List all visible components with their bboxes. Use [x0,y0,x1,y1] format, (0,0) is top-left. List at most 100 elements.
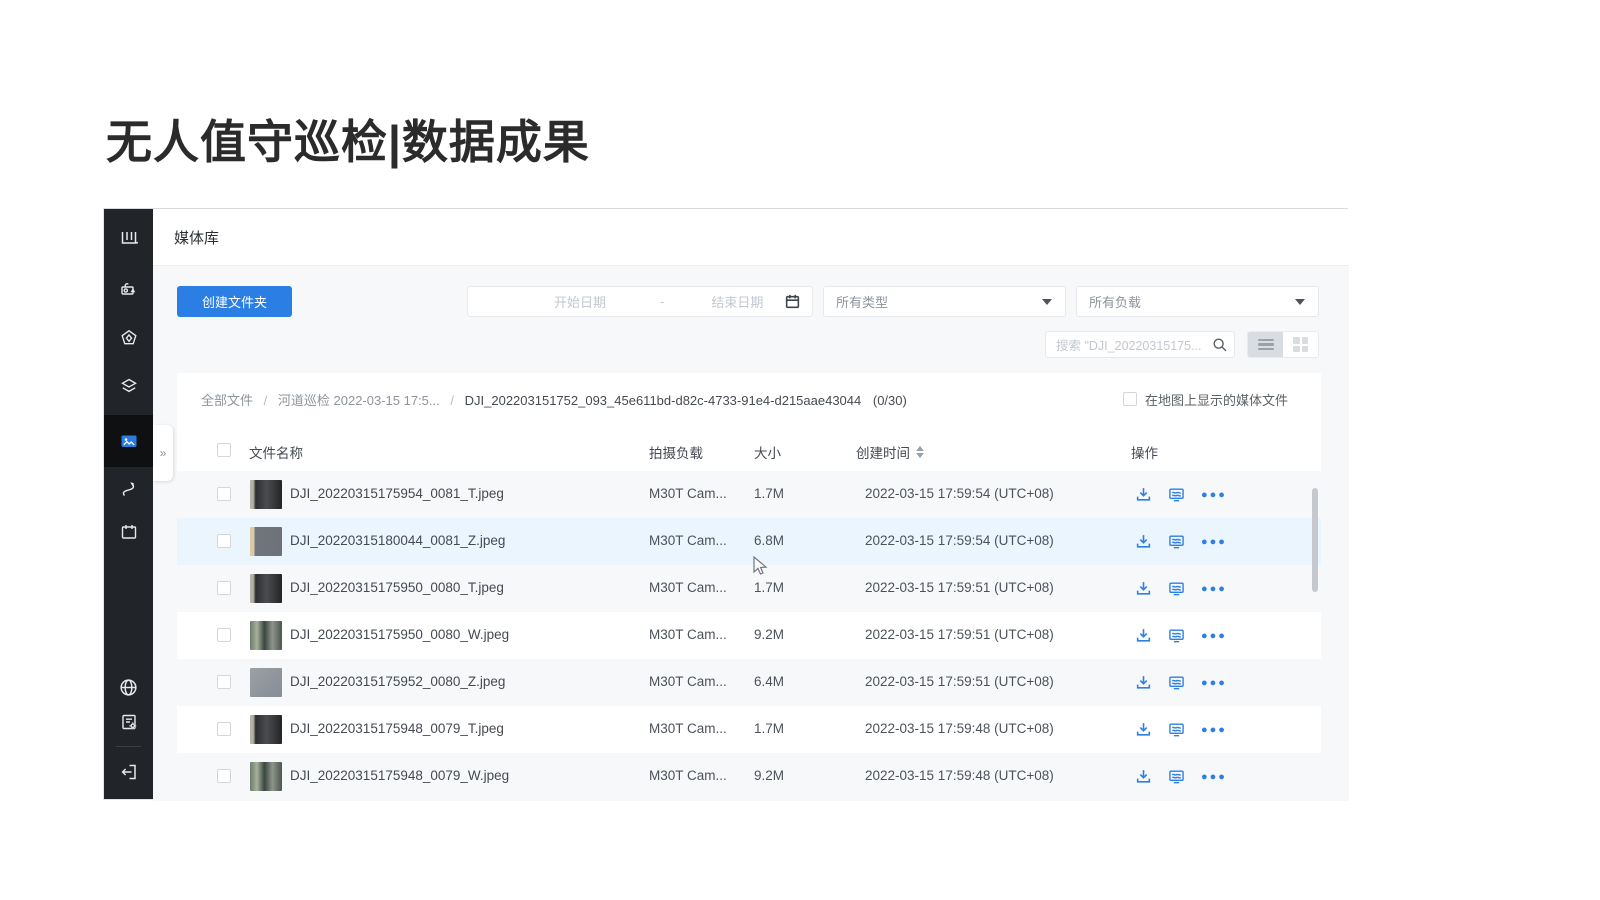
table-row[interactable]: DJI_20220315175954_0081_T.jpeg M30T Cam.… [177,471,1321,518]
sidebar-item-terms[interactable] [104,702,153,742]
view-toggle [1247,331,1319,358]
select-all-checkbox[interactable] [217,443,231,457]
media-preview-button[interactable] [1168,768,1185,785]
more-actions-button[interactable]: ●●● [1201,722,1227,738]
search-icon[interactable] [1212,337,1227,352]
date-range-input[interactable]: 开始日期 - 结束日期 [467,286,813,317]
thumbnail[interactable] [250,574,282,603]
route-icon [119,479,139,499]
thumbnail[interactable] [250,480,282,509]
file-size: 1.7M [754,580,784,595]
sidebar-item-devices[interactable] [104,269,153,309]
file-name[interactable]: DJI_20220315175948_0079_T.jpeg [290,721,504,736]
table-row[interactable]: DJI_20220315175950_0080_W.jpeg M30T Cam.… [177,612,1321,659]
type-filter-value: 所有类型 [836,292,888,311]
grid-view-button[interactable] [1283,332,1318,357]
table-row[interactable]: DJI_20220315175948_0079_W.jpeg M30T Cam.… [177,753,1321,794]
row-actions: ●●● [1135,768,1227,785]
list-view-button[interactable] [1248,332,1283,357]
media-library-icon [119,431,139,451]
end-date-placeholder: 结束日期 [711,292,763,311]
sidebar-divider [116,746,141,747]
row-checkbox[interactable] [217,534,231,548]
calendar-plan-icon [119,522,139,542]
sidebar [104,209,153,799]
breadcrumb-root[interactable]: 全部文件 [201,393,253,408]
sidebar-item-logo[interactable] [104,218,153,258]
sidebar-item-calendar-plan[interactable] [104,512,153,552]
sidebar-expand-button[interactable]: » [153,425,173,481]
media-preview-button[interactable] [1168,486,1185,503]
more-actions-button[interactable]: ●●● [1201,769,1227,785]
page-header-title: 媒体库 [174,227,219,248]
download-button[interactable] [1135,533,1152,550]
map-filter-label: 在地图上显示的媒体文件 [1145,390,1288,409]
thumbnail[interactable] [250,715,282,744]
map-filter-toggle[interactable]: 在地图上显示的媒体文件 [1123,390,1288,409]
file-size: 6.4M [754,674,784,689]
vertical-scrollbar[interactable] [1312,488,1318,592]
table-row[interactable]: DJI_20220315175952_0080_Z.jpeg M30T Cam.… [177,659,1321,706]
search-placeholder: 搜索 "DJI_20220315175... [1056,335,1202,354]
media-preview-button[interactable] [1168,721,1185,738]
file-name[interactable]: DJI_20220315175950_0080_W.jpeg [290,627,509,642]
media-preview-button[interactable] [1168,580,1185,597]
more-actions-button[interactable]: ●●● [1201,534,1227,550]
download-button[interactable] [1135,486,1152,503]
table-row[interactable]: DJI_20220315180044_0081_Z.jpeg M30T Cam.… [177,518,1321,565]
breadcrumb-folder[interactable]: 河道巡检 2022-03-15 17:5... [278,393,440,408]
more-actions-button[interactable]: ●●● [1201,628,1227,644]
media-preview-button[interactable] [1168,627,1185,644]
sort-icon[interactable] [916,446,924,458]
more-actions-button[interactable]: ●●● [1201,675,1227,691]
row-checkbox[interactable] [217,675,231,689]
row-checkbox[interactable] [217,581,231,595]
payload-filter-select[interactable]: 所有负载 [1076,286,1319,317]
file-payload: M30T Cam... [649,486,727,501]
sidebar-item-media-library[interactable] [104,421,153,461]
thumbnail[interactable] [250,621,282,650]
sidebar-item-route[interactable] [104,469,153,509]
type-filter-select[interactable]: 所有类型 [823,286,1066,317]
row-checkbox[interactable] [217,628,231,642]
thumbnail[interactable] [250,668,282,697]
download-button[interactable] [1135,768,1152,785]
map-filter-checkbox[interactable] [1123,392,1137,406]
create-folder-button[interactable]: 创建文件夹 [177,286,292,317]
file-name[interactable]: DJI_20220315180044_0081_Z.jpeg [290,533,505,548]
download-button[interactable] [1135,580,1152,597]
row-checkbox[interactable] [217,487,231,501]
thumbnail[interactable] [250,762,282,791]
file-size: 6.8M [754,533,784,548]
download-button[interactable] [1135,627,1152,644]
breadcrumb-current: DJI_202203151752_093_45e611bd-d82c-4733-… [465,393,862,408]
file-name[interactable]: DJI_20220315175954_0081_T.jpeg [290,486,504,501]
sidebar-item-layers[interactable] [104,366,153,406]
file-name[interactable]: DJI_20220315175952_0080_Z.jpeg [290,674,505,689]
more-actions-button[interactable]: ●●● [1201,581,1227,597]
download-button[interactable] [1135,674,1152,691]
sidebar-item-language[interactable] [104,667,153,707]
thumbnail[interactable] [250,527,282,556]
search-input[interactable]: 搜索 "DJI_20220315175... [1045,331,1235,358]
main-panel: 媒体库 创建文件夹 开始日期 - 结束日期 所有类型 [153,209,1349,799]
row-checkbox[interactable] [217,722,231,736]
terms-settings-icon [119,712,139,732]
file-created: 2022-03-15 17:59:48 (UTC+08) [865,768,1054,783]
media-preview-button[interactable] [1168,674,1185,691]
file-created: 2022-03-15 17:59:51 (UTC+08) [865,674,1054,689]
download-button[interactable] [1135,721,1152,738]
more-actions-button[interactable]: ●●● [1201,487,1227,503]
row-checkbox[interactable] [217,769,231,783]
table-row[interactable]: DJI_20220315175950_0080_T.jpeg M30T Cam.… [177,565,1321,612]
sidebar-item-map-marker[interactable] [104,318,153,358]
file-size: 9.2M [754,768,784,783]
table-row[interactable]: DJI_20220315175948_0079_T.jpeg M30T Cam.… [177,706,1321,753]
chevron-right-double-icon: » [160,446,167,460]
sidebar-item-logout[interactable] [104,752,153,792]
column-header-created[interactable]: 创建时间 [856,442,924,462]
file-payload: M30T Cam... [649,580,727,595]
file-name[interactable]: DJI_20220315175950_0080_T.jpeg [290,580,504,595]
media-preview-button[interactable] [1168,533,1185,550]
file-name[interactable]: DJI_20220315175948_0079_W.jpeg [290,768,509,783]
